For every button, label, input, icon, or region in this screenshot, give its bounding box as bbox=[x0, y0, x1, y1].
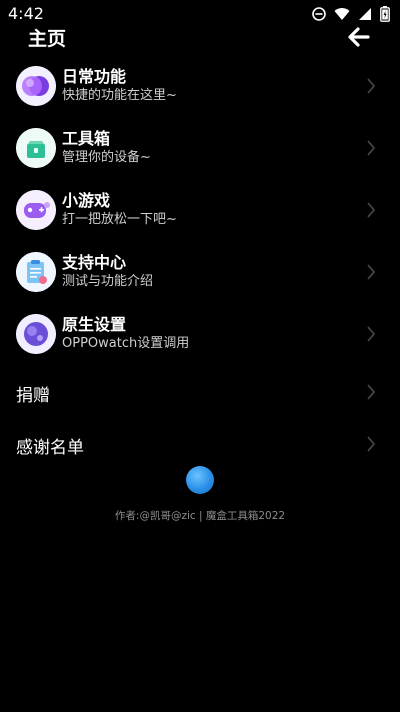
status-icons bbox=[312, 6, 390, 22]
menu-item-subtitle: 快捷的功能在这里~ bbox=[62, 88, 177, 103]
menu-list: 日常功能 快捷的功能在这里~ 工具箱 管理你的设备~ 小游戏 打一把放松一下吧~… bbox=[0, 56, 400, 470]
menu-item-support-center[interactable]: 支持中心 测试与功能介绍 bbox=[0, 242, 400, 304]
menu-item-native-settings[interactable]: 原生设置 OPPOwatch设置调用 bbox=[0, 304, 400, 366]
menu-item-mini-games[interactable]: 小游戏 打一把放松一下吧~ bbox=[0, 180, 400, 242]
menu-item-label: 感谢名单 bbox=[16, 438, 84, 458]
footer-credit: 作者:@凯哥@zic | 魔盒工具箱2022 bbox=[114, 510, 286, 522]
menu-item-title: 日常功能 bbox=[62, 67, 127, 86]
menu-item-title: 小游戏 bbox=[62, 191, 111, 210]
menu-item-subtitle: OPPOwatch设置调用 bbox=[62, 336, 190, 351]
chevron-right-icon bbox=[367, 326, 376, 342]
screen: 4:42 主页 日常功能 快捷的功能在这里~ 工具箱 管理你的设备~ 小游戏 打… bbox=[0, 0, 400, 712]
page-title: 主页 bbox=[28, 28, 67, 50]
chevron-right-icon bbox=[367, 436, 376, 452]
signal-icon bbox=[358, 7, 372, 21]
chevron-right-icon bbox=[367, 384, 376, 400]
menu-item-subtitle: 测试与功能介绍 bbox=[62, 274, 154, 289]
do-not-disturb-icon bbox=[312, 7, 326, 21]
menu-item-donate[interactable]: 捐赠 bbox=[0, 366, 400, 418]
menu-item-title: 原生设置 bbox=[62, 315, 127, 334]
menu-item-title: 工具箱 bbox=[62, 129, 111, 148]
chevron-right-icon bbox=[367, 140, 376, 156]
menu-item-thanks-list[interactable]: 感谢名单 bbox=[0, 418, 400, 470]
menu-item-title: 支持中心 bbox=[62, 253, 127, 272]
menu-item-toolbox[interactable]: 工具箱 管理你的设备~ bbox=[0, 118, 400, 180]
purple-orbs-icon bbox=[16, 66, 56, 106]
clipboard-icon bbox=[16, 252, 56, 292]
chevron-right-icon bbox=[367, 264, 376, 280]
menu-item-label: 捐赠 bbox=[16, 386, 50, 406]
gamepad-icon bbox=[16, 190, 56, 230]
author-avatar bbox=[186, 466, 214, 494]
menu-item-subtitle: 管理你的设备~ bbox=[62, 150, 151, 165]
battery-icon bbox=[380, 6, 390, 22]
settings-blob-icon bbox=[16, 314, 56, 354]
menu-item-subtitle: 打一把放松一下吧~ bbox=[62, 212, 177, 227]
back-arrow-icon bbox=[348, 27, 370, 47]
chevron-right-icon bbox=[367, 202, 376, 218]
toolbox-icon bbox=[16, 128, 56, 168]
header: 主页 bbox=[0, 22, 400, 54]
status-time: 4:42 bbox=[8, 4, 44, 23]
back-button[interactable] bbox=[346, 24, 372, 50]
wifi-icon bbox=[334, 7, 350, 21]
chevron-right-icon bbox=[367, 78, 376, 94]
menu-item-daily-functions[interactable]: 日常功能 快捷的功能在这里~ bbox=[0, 56, 400, 118]
